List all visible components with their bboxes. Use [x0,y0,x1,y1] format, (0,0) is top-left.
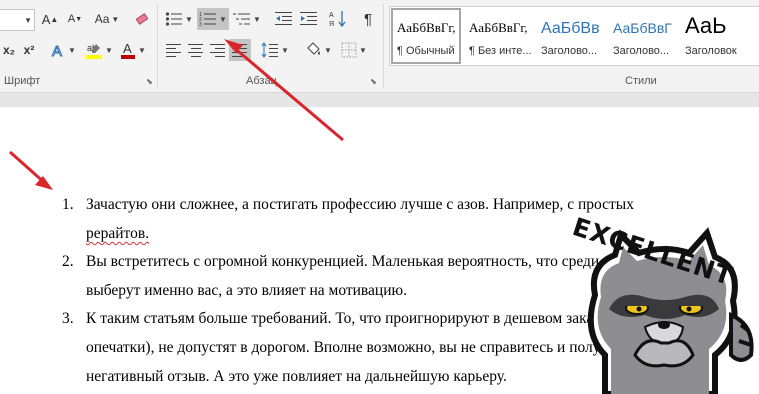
decrease-indent-icon [275,12,292,25]
multilevel-list-button[interactable]: ▼ [232,9,262,29]
paragraph-dialog-launcher-icon[interactable]: ⬊ [370,77,377,86]
spelling-error[interactable]: рерайтов. [86,225,149,242]
shading-button[interactable]: ▼ [302,40,334,60]
line-spacing-icon [261,42,279,58]
font-color-button[interactable]: A ▼ [118,40,148,60]
text-effects-button[interactable]: A ▼ [48,40,78,60]
svg-text:A: A [329,12,334,19]
group-divider [383,4,384,88]
superscript-button[interactable]: x² [20,40,38,60]
align-left-button[interactable] [164,40,184,60]
multilevel-list-icon [233,13,251,25]
font-dialog-launcher-icon[interactable]: ⬊ [146,77,153,86]
highlight-button[interactable]: ab ▼ [84,40,114,60]
align-center-button[interactable] [186,40,206,60]
style-normal[interactable]: АаБбВвГг, ¶ Обычный [391,8,461,64]
numbering-button[interactable]: 1 2 3 ▼ [197,8,229,30]
subscript-button[interactable]: x₂ [0,40,18,60]
ruler-strip [0,93,759,107]
shrink-font-button[interactable]: A ▼ [64,9,86,29]
text-effects-icon: A [52,43,63,59]
justify-button[interactable] [229,39,251,61]
svg-text:A: A [123,41,132,56]
group-divider [157,4,158,88]
eraser-icon [135,13,149,25]
align-right-icon [210,44,225,57]
increase-indent-icon [300,12,317,25]
sort-button[interactable]: AЯ [327,9,349,29]
styles-group-label: Стили [625,75,657,87]
list-number: 3. [62,310,74,327]
decrease-indent-button[interactable] [273,9,295,29]
style-heading-2[interactable]: АаБбВвГ Заголово... [607,8,677,64]
borders-icon [341,42,357,58]
grow-font-button[interactable]: A ▲ [38,9,62,29]
paint-bucket-icon [307,42,321,55]
change-case-button[interactable]: Aa ▼ [90,9,124,29]
svg-text:Я: Я [329,21,334,28]
pilcrow-icon: ¶ [363,10,373,28]
clear-formatting-button[interactable] [130,9,154,29]
style-heading-1[interactable]: АаБбВв Заголово... [535,8,605,64]
font-color-icon: A [121,41,136,59]
list-number: 2. [62,253,74,270]
highlighter-icon: ab [86,43,103,59]
style-title[interactable]: АаЬ Заголовок [679,8,749,64]
svg-text:A: A [52,43,62,58]
justify-icon [232,44,247,57]
sort-icon: AЯ [329,11,346,28]
styles-gallery: АаБбВвГг, ¶ Обычный АаБбВвГг, ¶ Без инте… [389,6,759,66]
line-spacing-button[interactable]: ▼ [259,40,291,60]
font-size-box[interactable]: ▼ [0,9,35,31]
bullet-list-icon [165,12,183,26]
numbered-list-icon: 123 [199,12,217,27]
svg-text:3: 3 [199,22,202,27]
show-formatting-marks-button[interactable]: ¶ [357,9,379,29]
font-group-label: Шрифт [4,75,41,87]
borders-button[interactable]: ▼ [338,40,370,60]
align-right-button[interactable] [208,40,228,60]
align-center-icon [188,44,203,57]
align-left-icon [166,44,181,57]
style-no-spacing[interactable]: АаБбВвГг, ¶ Без инте... [463,8,533,64]
paragraph-group-label: Абзац [246,75,277,87]
increase-indent-button[interactable] [298,9,320,29]
ribbon: ▼ A ▲ A ▼ Aa ▼ x₂ x² A ▼ ab ▼ A ▼ Шрифт ⬊ ▼ 12… [0,0,759,93]
list-number: 1. [62,196,74,213]
bullets-button[interactable]: ▼ [164,9,194,29]
